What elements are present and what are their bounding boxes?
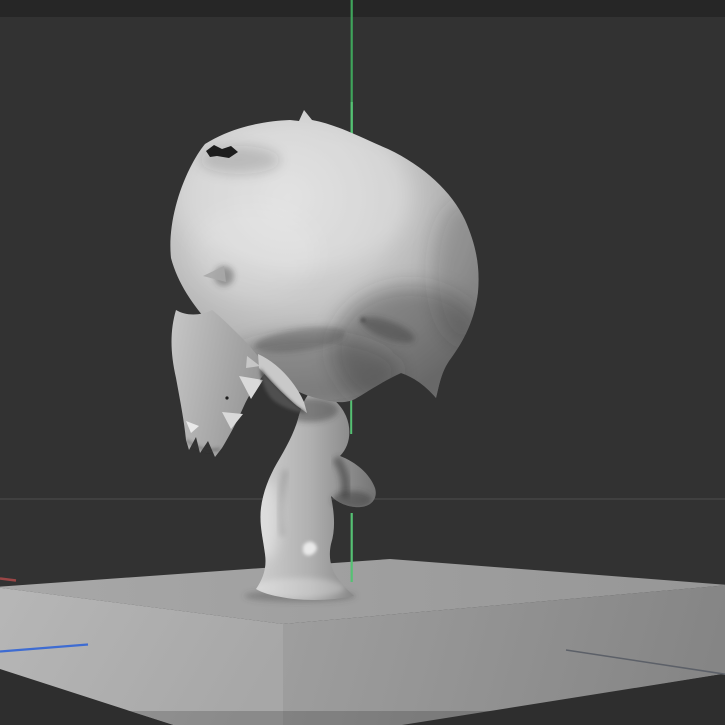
- viewport-header-strip: [0, 0, 725, 17]
- mesh-pore: [225, 396, 229, 400]
- 3d-viewport[interactable]: [0, 0, 725, 725]
